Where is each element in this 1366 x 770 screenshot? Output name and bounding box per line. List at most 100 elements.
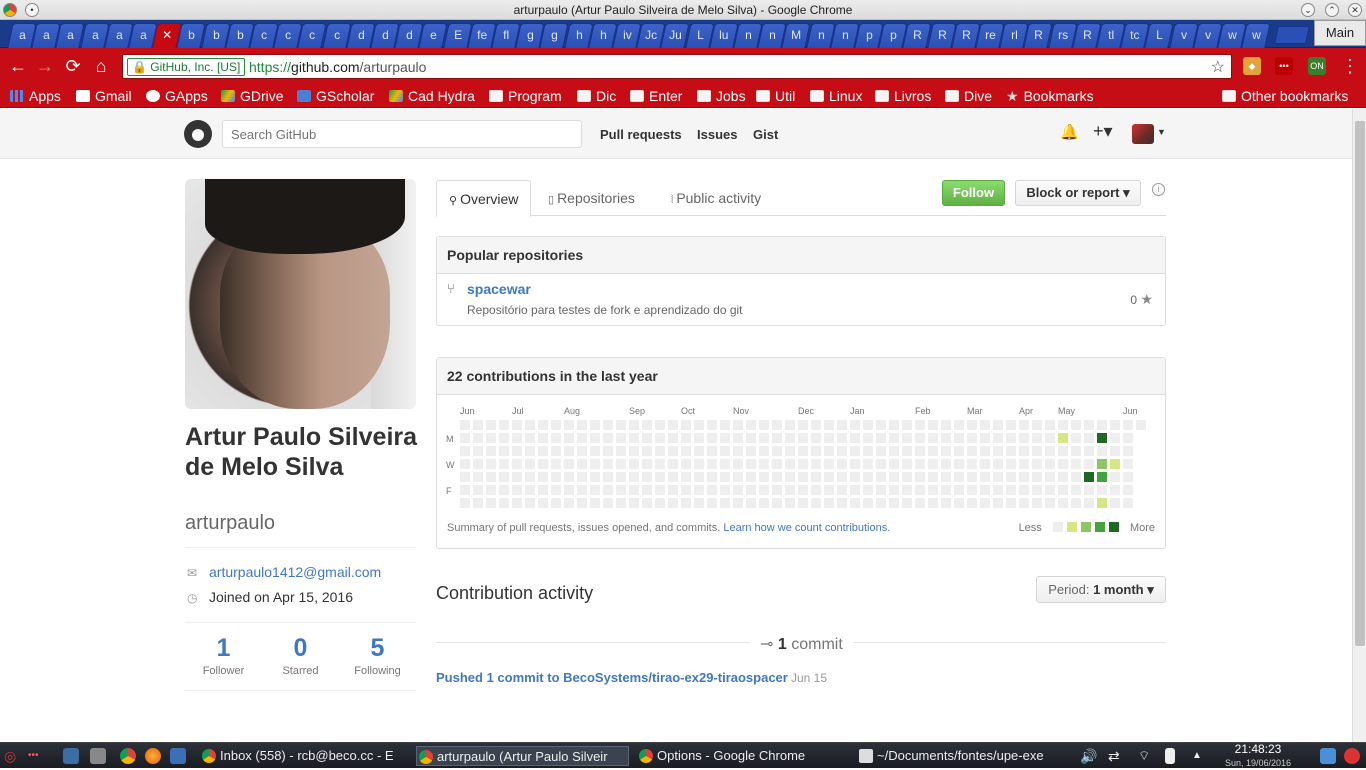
create-new-plus-icon[interactable]: +▾	[1093, 121, 1113, 142]
contribution-day[interactable]	[850, 420, 860, 430]
battery-icon[interactable]	[1165, 748, 1175, 764]
stat-following[interactable]: 5 Following	[339, 634, 416, 677]
contribution-day[interactable]	[980, 420, 990, 430]
contribution-day[interactable]	[460, 472, 470, 482]
contribution-day[interactable]	[1071, 446, 1081, 456]
contribution-day[interactable]	[785, 433, 795, 443]
contribution-day[interactable]	[1084, 498, 1094, 508]
contribution-day[interactable]	[642, 498, 652, 508]
contribution-day[interactable]	[1006, 420, 1016, 430]
learn-contributions-link[interactable]: Learn how we count contributions.	[723, 522, 890, 534]
contribution-day[interactable]	[564, 498, 574, 508]
contribution-day[interactable]	[876, 459, 886, 469]
contribution-day[interactable]	[551, 472, 561, 482]
contribution-day[interactable]	[954, 459, 964, 469]
contribution-day[interactable]	[681, 472, 691, 482]
bookmark-folder-util[interactable]: Util	[756, 86, 795, 106]
contribution-day[interactable]	[1110, 446, 1120, 456]
contribution-day[interactable]	[551, 446, 561, 456]
contribution-day[interactable]	[876, 485, 886, 495]
bookmark-bookmarks[interactable]: ★ Bookmarks	[1006, 86, 1094, 106]
contribution-day[interactable]	[603, 459, 613, 469]
contribution-day[interactable]	[629, 472, 639, 482]
bookmark-folder-enter[interactable]: Enter	[630, 86, 682, 106]
contribution-day[interactable]	[889, 420, 899, 430]
contribution-day[interactable]	[863, 485, 873, 495]
start-menu-icon[interactable]: ◎	[4, 748, 20, 764]
contribution-day[interactable]	[967, 446, 977, 456]
tab-public-activity[interactable]: ⦚ Public activity	[659, 180, 773, 216]
contribution-day[interactable]	[460, 420, 470, 430]
contribution-day[interactable]	[733, 472, 743, 482]
wifi-icon[interactable]: ⌔	[1138, 748, 1154, 764]
contribution-day[interactable]	[954, 446, 964, 456]
taskbar-item-github[interactable]: arturpaulo (Artur Paulo Silveir	[416, 746, 629, 766]
period-select[interactable]: Period: 1 month ▾	[1036, 576, 1166, 603]
scrollbar-thumb[interactable]	[1355, 121, 1365, 646]
url-text[interactable]: https://github.com/arturpaulo	[249, 59, 426, 75]
desktop-icon[interactable]	[63, 748, 79, 764]
contribution-day[interactable]	[798, 472, 808, 482]
contribution-day[interactable]	[551, 459, 561, 469]
contribution-day[interactable]	[954, 472, 964, 482]
contribution-day[interactable]	[720, 446, 730, 456]
contribution-day[interactable]	[460, 498, 470, 508]
contribution-day[interactable]	[538, 498, 548, 508]
stat-starred[interactable]: 0 Starred	[262, 634, 339, 677]
network-icon[interactable]: ⇄	[1108, 748, 1124, 764]
contribution-day[interactable]	[460, 433, 470, 443]
contribution-day[interactable]	[993, 472, 1003, 482]
contribution-day[interactable]	[824, 446, 834, 456]
contribution-day[interactable]	[707, 498, 717, 508]
contribution-day[interactable]	[759, 420, 769, 430]
volume-icon[interactable]: 🔊	[1080, 748, 1097, 764]
contribution-day[interactable]	[668, 459, 678, 469]
browser-tab[interactable]: w	[1241, 23, 1271, 48]
contribution-day[interactable]	[486, 446, 496, 456]
contribution-day[interactable]	[590, 459, 600, 469]
contribution-day[interactable]	[473, 498, 483, 508]
contribution-day[interactable]	[1110, 472, 1120, 482]
power-icon[interactable]	[1344, 748, 1360, 764]
firefox-icon[interactable]	[145, 748, 161, 764]
contribution-day[interactable]	[980, 498, 990, 508]
contribution-day[interactable]	[941, 446, 951, 456]
contribution-day[interactable]	[1019, 420, 1029, 430]
contribution-day[interactable]	[1058, 459, 1068, 469]
contribution-day[interactable]	[733, 446, 743, 456]
contribution-day[interactable]	[837, 459, 847, 469]
contribution-day[interactable]	[772, 446, 782, 456]
contribution-day[interactable]	[1071, 472, 1081, 482]
chrome-launcher-icon[interactable]	[120, 748, 136, 764]
contribution-day[interactable]	[1006, 433, 1016, 443]
close-window-icon[interactable]: ✕	[1348, 3, 1362, 17]
contribution-day[interactable]	[1071, 459, 1081, 469]
bookmark-folder-linux[interactable]: Linux	[810, 86, 862, 106]
page-scrollbar[interactable]	[1352, 109, 1366, 742]
contribution-day[interactable]	[603, 485, 613, 495]
contribution-day[interactable]	[1006, 472, 1016, 482]
contribution-day[interactable]	[1123, 420, 1133, 430]
contribution-day[interactable]	[889, 459, 899, 469]
contribution-day[interactable]	[681, 498, 691, 508]
contribution-day[interactable]	[798, 446, 808, 456]
contribution-day[interactable]	[538, 485, 548, 495]
contribution-day[interactable]	[577, 485, 587, 495]
contribution-day[interactable]	[1071, 433, 1081, 443]
contribution-day[interactable]	[1045, 446, 1055, 456]
contribution-day[interactable]	[941, 420, 951, 430]
contribution-day[interactable]	[629, 485, 639, 495]
contribution-day[interactable]	[967, 433, 977, 443]
contribution-day[interactable]	[512, 433, 522, 443]
contribution-day[interactable]	[694, 446, 704, 456]
contribution-day[interactable]	[993, 433, 1003, 443]
contribution-day[interactable]	[1019, 433, 1029, 443]
contribution-day[interactable]	[772, 485, 782, 495]
contribution-day[interactable]	[460, 459, 470, 469]
contribution-day[interactable]	[850, 472, 860, 482]
contribution-day[interactable]	[512, 446, 522, 456]
contribution-day[interactable]	[1123, 498, 1133, 508]
contribution-day[interactable]	[707, 459, 717, 469]
contribution-day[interactable]	[486, 485, 496, 495]
home-icon[interactable]: ⌂	[91, 56, 111, 76]
